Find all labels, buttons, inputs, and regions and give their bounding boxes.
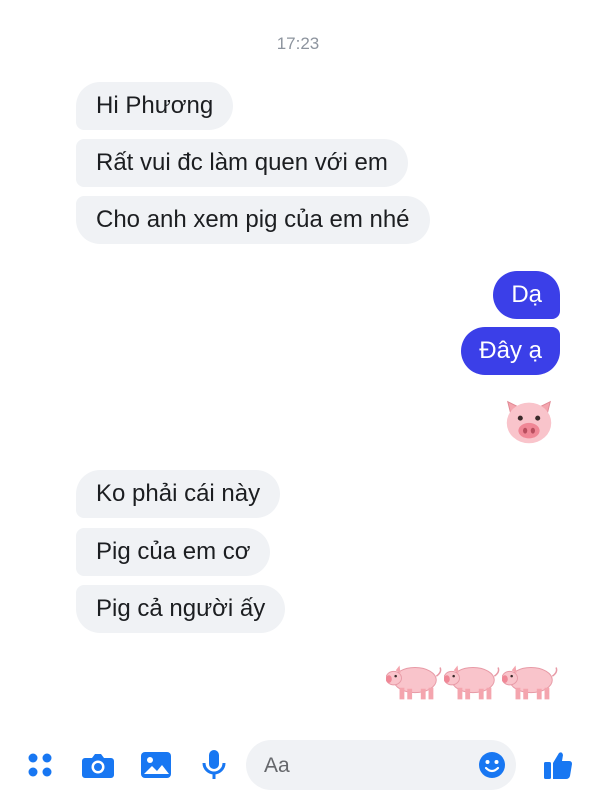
message-timestamp: 17:23 [276,34,320,53]
pig-emoji[interactable] [444,658,502,704]
camera-icon[interactable] [78,740,118,790]
thumbs-up-icon[interactable] [538,740,578,790]
smiley-icon[interactable] [478,751,506,779]
pig-face-emoji[interactable] [500,392,558,450]
microphone-icon[interactable] [194,740,234,790]
outgoing-message-bubble[interactable]: Đây ạ [461,327,560,375]
incoming-message-bubble[interactable]: Hi Phương [76,82,234,130]
menu-dots-icon[interactable] [20,740,60,790]
pig-emoji[interactable] [386,658,444,704]
incoming-message-bubble[interactable]: Pig của em cơ [76,528,271,576]
message-input[interactable] [262,740,466,792]
pig-emoji[interactable] [502,658,560,704]
message-composer [0,740,596,792]
incoming-message-bubble[interactable]: Pig cả người ấy [76,585,286,633]
incoming-message-bubble[interactable]: Cho anh xem pig của em nhé [76,196,430,244]
incoming-message-bubble[interactable]: Rất vui đc làm quen với em [76,139,408,187]
outgoing-message-bubble[interactable]: Dạ [493,271,560,319]
gallery-icon[interactable] [136,740,176,790]
incoming-message-bubble[interactable]: Ko phải cái này [76,470,281,518]
message-input-box [246,740,516,792]
